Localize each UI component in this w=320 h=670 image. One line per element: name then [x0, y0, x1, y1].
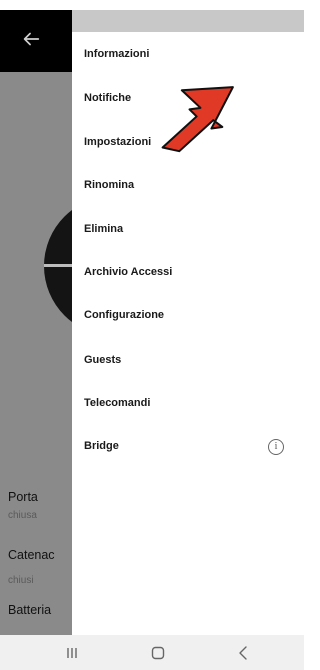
bg-label-porta: Porta — [8, 490, 38, 504]
annotation-arrow-icon — [161, 86, 234, 153]
menu-item-bridge[interactable]: Bridge — [84, 435, 284, 457]
bg-value-porta: chiusa — [8, 510, 37, 521]
back-icon[interactable] — [232, 641, 256, 665]
drawer-header — [72, 10, 304, 32]
info-icon[interactable]: i — [268, 439, 284, 455]
menu-item-archivio-accessi[interactable]: Archivio Accessi — [84, 261, 284, 283]
bg-value-catenacci: chiusi — [8, 575, 34, 586]
recents-icon[interactable] — [60, 641, 84, 665]
back-arrow-icon[interactable] — [20, 28, 42, 50]
background-app-bar — [0, 10, 72, 72]
bg-label-batteria: Batteria — [8, 603, 52, 617]
menu-item-configurazione[interactable]: Configurazione — [84, 304, 284, 326]
status-bar — [0, 0, 304, 10]
menu-item-elimina[interactable]: Elimina — [84, 218, 284, 240]
menu-item-rinomina[interactable]: Rinomina — [84, 174, 284, 196]
system-navigation-bar — [0, 635, 304, 670]
menu-item-informazioni[interactable]: Informazioni — [84, 43, 284, 65]
menu-item-guests[interactable]: Guests — [84, 349, 284, 371]
bg-label-catenacci: Catenac — [8, 548, 55, 562]
background-app: Porta chiusa Catenac chiusi Batteria — [0, 10, 72, 635]
menu-item-telecomandi[interactable]: Telecomandi — [84, 392, 284, 414]
lock-dial-line — [44, 264, 72, 267]
home-icon[interactable] — [146, 641, 170, 665]
